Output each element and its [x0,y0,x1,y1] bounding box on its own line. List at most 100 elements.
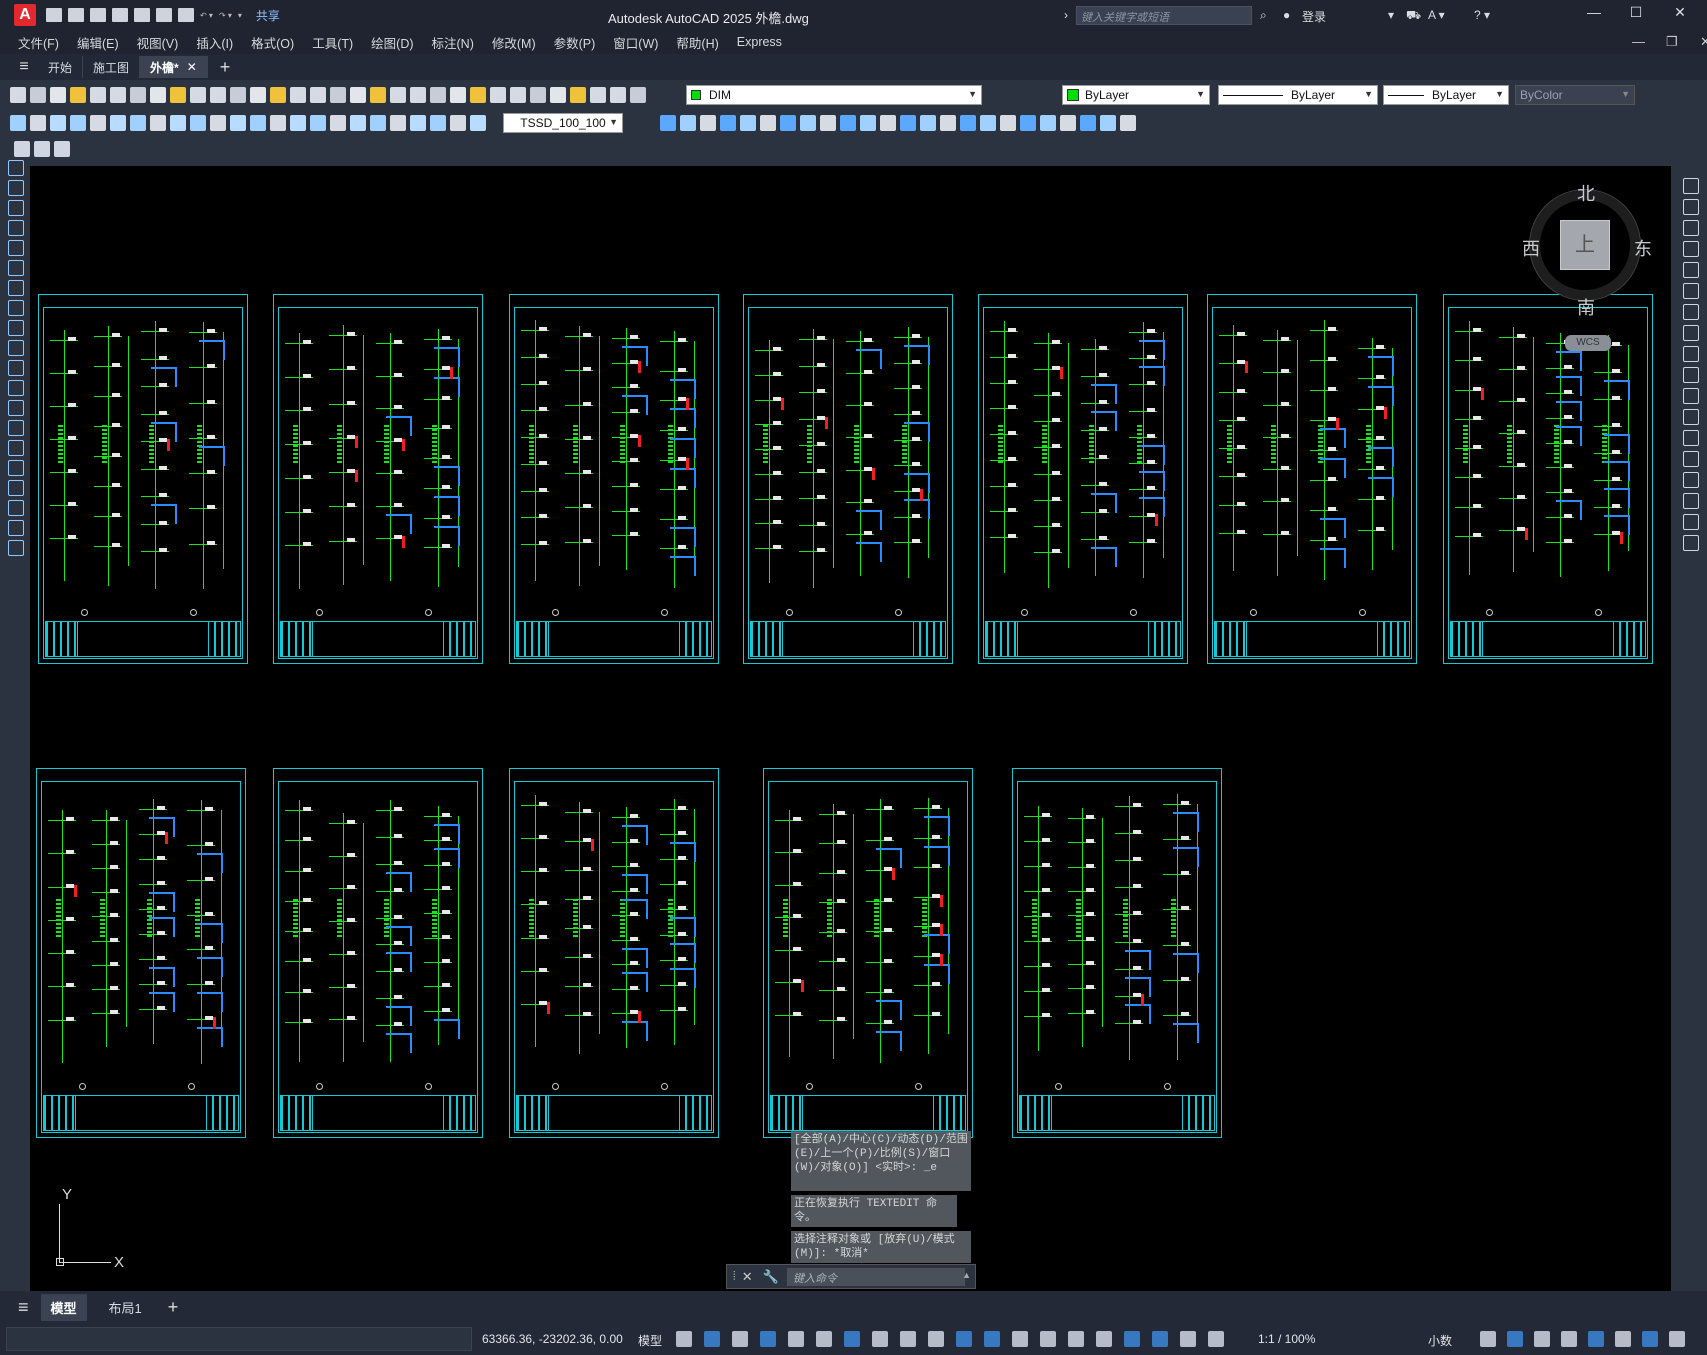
standard-tool-24-icon[interactable] [490,87,506,103]
standard-tool-5-icon[interactable] [110,87,126,103]
dimension-tool-6-icon[interactable] [130,115,146,131]
dimension-tool-9-icon[interactable] [190,115,206,131]
modify-tool-11-icon[interactable] [880,115,896,131]
standard-tool-16-icon[interactable] [330,87,346,103]
infer-toggle-icon[interactable] [732,1331,748,1347]
modify-tool-1-icon[interactable] [680,115,696,131]
save-block-icon[interactable] [34,141,50,157]
window-close-doc-button[interactable]: ✕ [1700,34,1707,50]
blend-icon[interactable] [1683,514,1699,530]
dimension-tool-19-icon[interactable] [390,115,406,131]
standard-tool-14-icon[interactable] [290,87,306,103]
close-tab-icon[interactable]: ✕ [187,60,197,74]
join-icon[interactable] [1683,451,1699,467]
modify-tool-20-icon[interactable] [1060,115,1076,131]
save-as-icon[interactable] [112,8,128,22]
modify-tool-13-icon[interactable] [920,115,936,131]
drawing-sheet[interactable] [36,768,246,1138]
menu-item-11[interactable]: 帮助(H) [676,33,718,52]
standard-tool-13-icon[interactable] [270,87,286,103]
dimension-tool-15-icon[interactable] [310,115,326,131]
standard-tool-29-icon[interactable] [590,87,606,103]
standard-tool-7-icon[interactable] [150,87,166,103]
standard-tool-28-icon[interactable] [570,87,586,103]
dimension-tool-14-icon[interactable] [290,115,306,131]
open-file-icon[interactable] [68,8,84,22]
standard-tool-18-icon[interactable] [370,87,386,103]
modify-tool-3-icon[interactable] [720,115,736,131]
menu-item-2[interactable]: 视图(V) [137,33,179,52]
standard-tool-31-icon[interactable] [630,87,646,103]
standard-tool-1-icon[interactable] [30,87,46,103]
coordinates-display[interactable]: 63366.36, -23202.36, 0.00 [482,1332,623,1346]
menu-item-3[interactable]: 插入(I) [196,33,233,52]
break-at-point-icon[interactable] [1683,409,1699,425]
dimension-tool-12-icon[interactable] [250,115,266,131]
wcs-menu[interactable]: WCS [1565,335,1611,351]
arc2-icon[interactable] [8,260,24,276]
gradient-icon[interactable] [8,460,24,476]
cart-icon[interactable]: ⛟ [1406,8,1421,24]
circle-icon[interactable] [8,280,24,296]
close-button[interactable]: ✕ [1660,4,1700,26]
drawing-sheet[interactable] [273,294,483,664]
units-dropdown[interactable]: 小数 [1428,1332,1452,1349]
login-button[interactable]: 登录 [1302,8,1326,25]
dimension-tool-3-icon[interactable] [70,115,86,131]
minimize-button[interactable]: — [1574,4,1614,26]
lineweight-dropdown[interactable]: ByLayer ▼ [1383,85,1509,105]
dimension-tool-8-icon[interactable] [170,115,186,131]
point-icon[interactable] [8,420,24,436]
viewcube-face-top[interactable]: 上 [1560,220,1610,270]
menu-item-1[interactable]: 编辑(E) [77,33,119,52]
command-input[interactable]: 键入命令 [787,1268,965,1286]
units-toggle-icon[interactable] [1507,1331,1523,1347]
break-icon[interactable] [1683,430,1699,446]
modify-tool-10-icon[interactable] [860,115,876,131]
modify-tool-23-icon[interactable] [1120,115,1136,131]
menu-item-12[interactable]: Express [737,35,782,49]
window-minimize-doc-button[interactable]: — [1632,34,1645,49]
modify-tool-16-icon[interactable] [980,115,996,131]
line-icon[interactable] [8,160,24,176]
isolate-toggle-icon[interactable] [1588,1331,1604,1347]
help-icon[interactable]: ? ▾ [1474,8,1490,22]
close-block-icon[interactable] [54,141,70,157]
open-web-icon[interactable] [134,8,150,22]
mirror-icon[interactable] [1683,220,1699,236]
modify-tool-9-icon[interactable] [840,115,856,131]
login-dropdown-icon[interactable]: ▾ [1388,8,1394,22]
modify-tool-19-icon[interactable] [1040,115,1056,131]
customize-wrench-icon[interactable]: 🔧 [763,1269,779,1285]
user-icon[interactable]: ● [1283,8,1290,22]
standard-tool-25-icon[interactable] [510,87,526,103]
search-icon[interactable]: ⌕ [1260,8,1267,23]
maximize-button[interactable]: ☐ [1616,4,1656,26]
extend-icon[interactable] [1683,388,1699,404]
new-file-icon[interactable] [46,8,62,22]
modify-tool-14-icon[interactable] [940,115,956,131]
copy-icon[interactable] [1683,199,1699,215]
modify-tool-18-icon[interactable] [1020,115,1036,131]
standard-tool-17-icon[interactable] [350,87,366,103]
compass-south[interactable]: 南 [1577,294,1595,320]
drawing-sheet[interactable] [273,768,483,1138]
redo-icon[interactable]: ↷ ▾ [219,11,232,20]
close-command-icon[interactable]: ✕ [742,1269,753,1285]
standard-tool-3-icon[interactable] [70,87,86,103]
move-icon[interactable] [1683,283,1699,299]
drawing-canvas[interactable] [30,166,1671,1291]
print-icon[interactable] [178,8,194,22]
dimension-tool-17-icon[interactable] [350,115,366,131]
trim-icon[interactable] [1683,367,1699,383]
compass-west[interactable]: 西 [1522,235,1540,261]
drawing-sheet[interactable] [763,768,973,1138]
modify-tool-0-icon[interactable] [660,115,676,131]
standard-tool-2-icon[interactable] [50,87,66,103]
ellipse-arc-icon[interactable] [8,360,24,376]
customize-toggle-icon[interactable] [1669,1331,1685,1347]
dimension-tool-22-icon[interactable] [450,115,466,131]
standard-tool-19-icon[interactable] [390,87,406,103]
snap-toggle-icon[interactable] [704,1331,720,1347]
drawing-sheet[interactable] [1207,294,1417,664]
